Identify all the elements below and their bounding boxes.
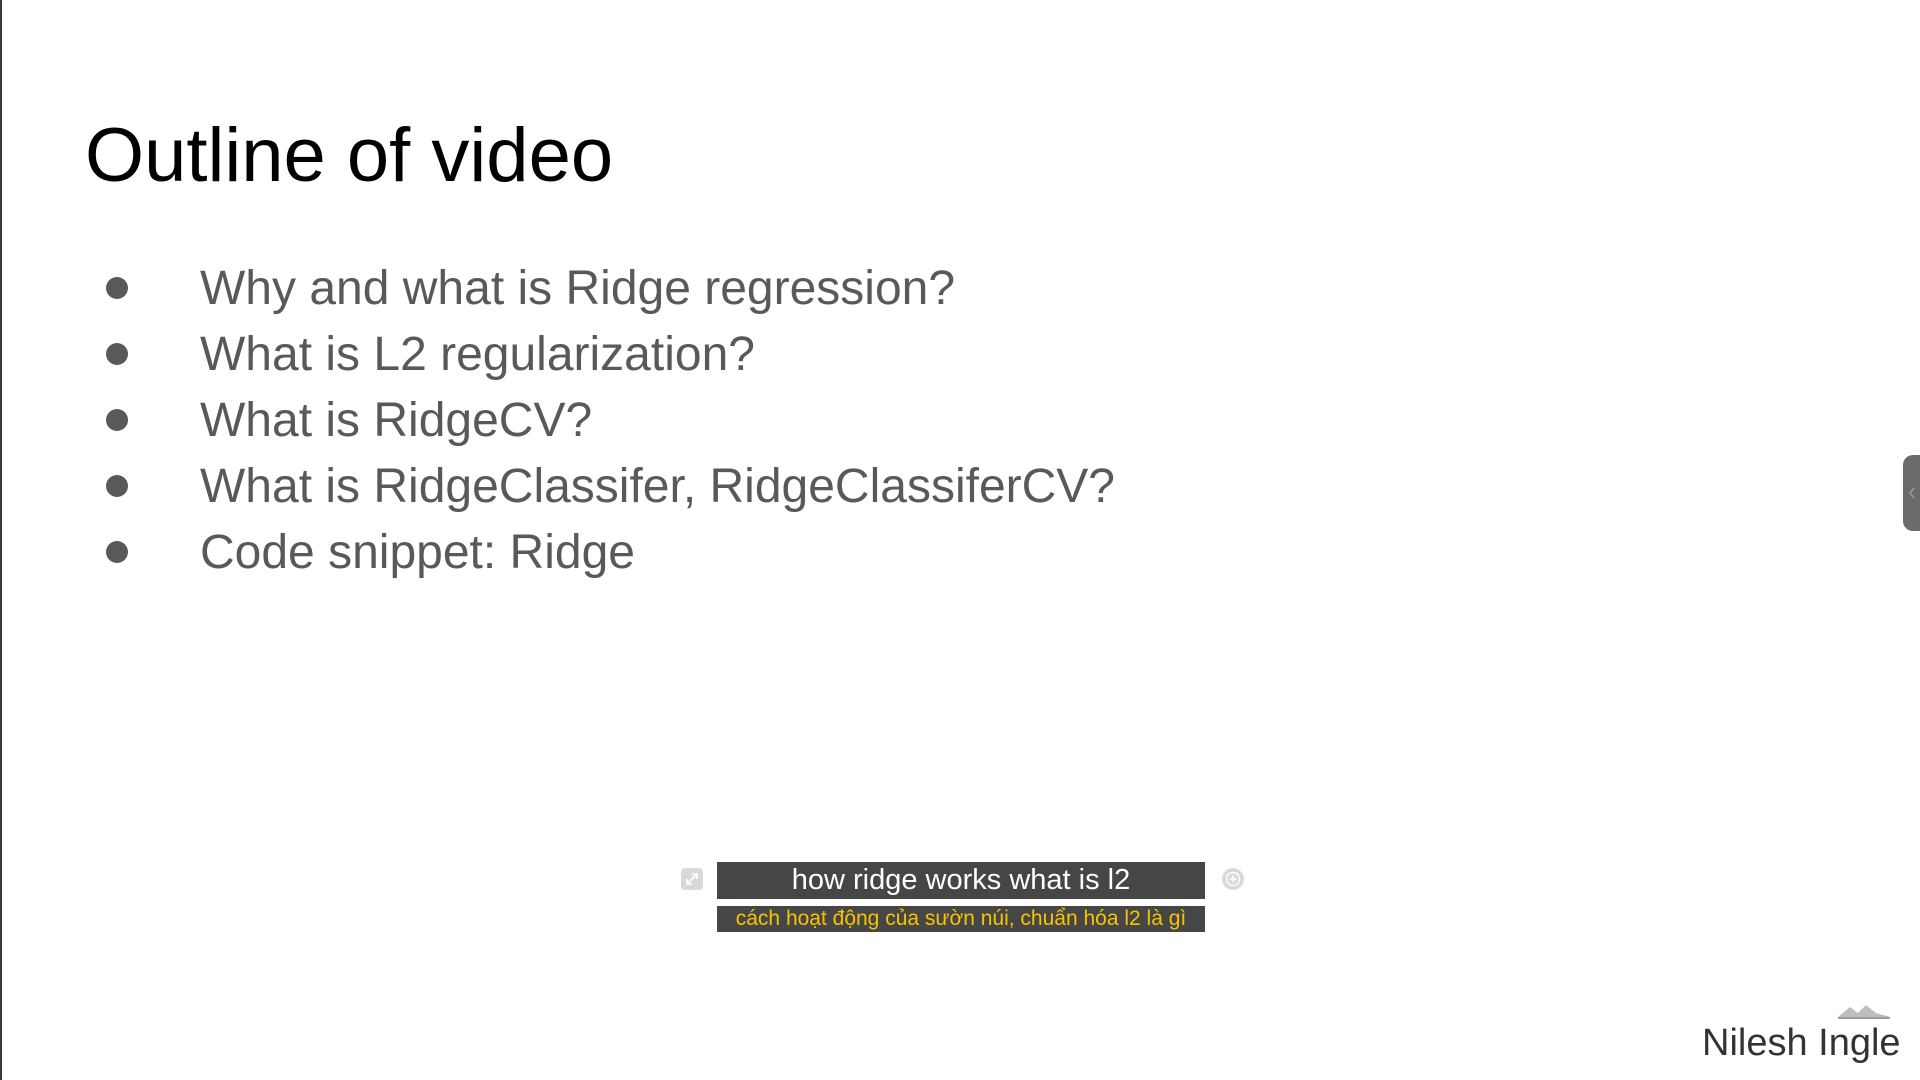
list-item: What is RidgeCV? <box>104 387 1115 453</box>
add-circle-icon[interactable] <box>1222 868 1244 890</box>
list-item-text: What is L2 regularization? <box>200 327 755 381</box>
caption-original[interactable]: how ridge works what is l2 <box>717 862 1205 899</box>
list-item-text: What is RidgeClassifer, RidgeClassiferCV… <box>200 459 1115 513</box>
slide-title: Outline of video <box>85 113 614 198</box>
list-item-text: Code snippet: Ridge <box>200 525 635 579</box>
caption-box: how ridge works what is l2 cách hoạt độn… <box>717 862 1205 932</box>
list-item: Code snippet: Ridge <box>104 519 1115 585</box>
bullet-dot-icon <box>106 541 128 563</box>
bullet-dot-icon <box>106 343 128 365</box>
logo-icon <box>1838 1005 1890 1019</box>
outline-list: Why and what is Ridge regression? What i… <box>104 255 1115 585</box>
bullet-dot-icon <box>106 475 128 497</box>
bullet-dot-icon <box>106 409 128 431</box>
caption-translation[interactable]: cách hoạt động của sườn núi, chuẩn hóa l… <box>717 906 1205 932</box>
list-item-text: Why and what is Ridge regression? <box>200 261 956 315</box>
expand-icon[interactable] <box>681 868 703 890</box>
list-item-text: What is RidgeCV? <box>200 393 593 447</box>
bullet-dot-icon <box>106 277 128 299</box>
expand-icon-glyph <box>686 873 698 885</box>
video-frame: Outline of video Why and what is Ridge r… <box>0 0 1920 1080</box>
list-item: What is RidgeClassifer, RidgeClassiferCV… <box>104 453 1115 519</box>
chevron-left-icon <box>1908 487 1915 499</box>
frame-left-edge <box>0 0 2 1080</box>
add-circle-icon-glyph <box>1225 871 1241 887</box>
list-item: Why and what is Ridge regression? <box>104 255 1115 321</box>
list-item: What is L2 regularization? <box>104 321 1115 387</box>
side-panel-toggle[interactable] <box>1903 455 1920 531</box>
author-name: Nilesh Ingle <box>1702 1022 1901 1064</box>
